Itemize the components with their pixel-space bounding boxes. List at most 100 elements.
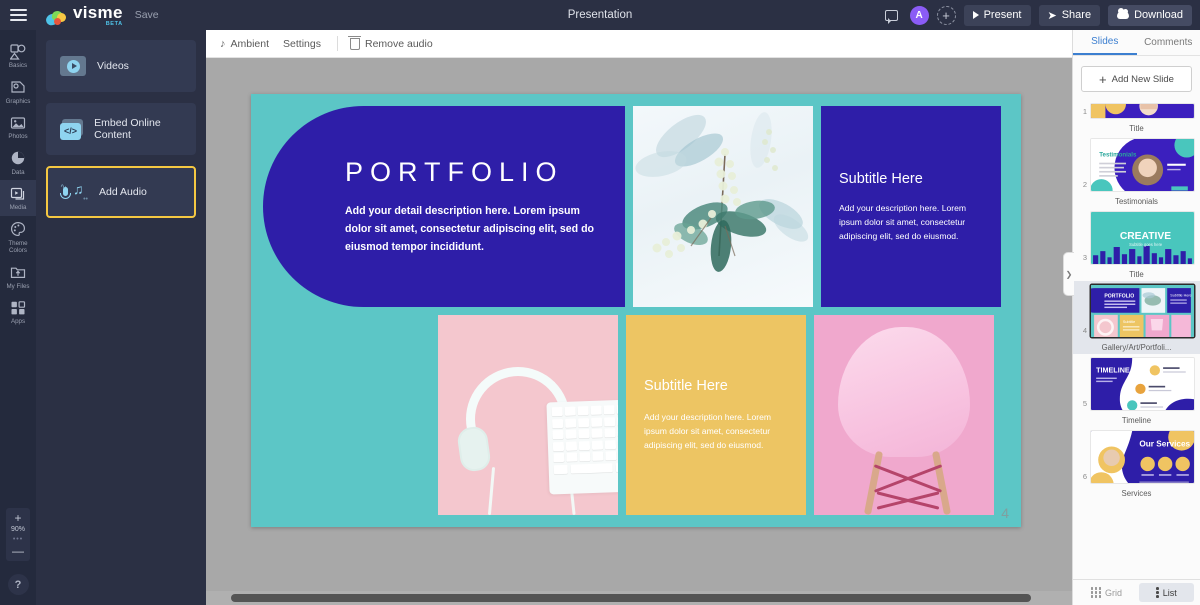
sidebar-item-theme-colors[interactable]: Theme Colors (0, 216, 36, 259)
block-portfolio[interactable]: PORTFOLIO Add your detail description he… (263, 106, 625, 307)
present-button[interactable]: Present (963, 4, 1031, 26)
add-new-slide-label: Add New Slide (1111, 73, 1174, 85)
sidebar-item-data[interactable]: Data (0, 145, 36, 181)
view-mode-grid[interactable]: Grid (1079, 583, 1134, 602)
help-button[interactable]: ? (7, 574, 29, 595)
slide-caption-6: Services (1121, 489, 1152, 498)
zoom-slider[interactable]: ••• (13, 536, 23, 543)
slide-thumbnail-5[interactable]: TIMELINE (1091, 358, 1194, 410)
slide-thumbnail-1[interactable] (1091, 104, 1194, 118)
svg-text:PORTFOLIO: PORTFOLIO (1104, 293, 1134, 299)
sidebar-item-apps[interactable]: Apps (0, 294, 36, 330)
slide-thumbnail-4[interactable]: PORTFOLIO Subtitle Here Subtitle (1091, 285, 1194, 337)
save-button[interactable]: Save (135, 9, 159, 21)
block-chair-image[interactable] (814, 315, 994, 515)
remove-audio-button[interactable]: Remove audio (348, 35, 447, 50)
slide-caption-4: Gallery/Art/Portfoli... (1101, 343, 1172, 352)
add-new-slide-button[interactable]: + Add New Slide (1081, 66, 1192, 92)
cloud-download-icon (1117, 8, 1130, 19)
audio-settings-button[interactable]: Settings (283, 38, 335, 50)
play-icon (972, 11, 979, 19)
slide-thumbnail-3[interactable]: CREATIVE Subtitle goes here (1091, 212, 1194, 264)
share-label: Share (1061, 9, 1092, 21)
media-card-embed-online-content[interactable]: </> Embed Online Content (46, 103, 196, 155)
audio-track-button[interactable]: ♪ Ambient (220, 38, 283, 50)
audio-toolbar: ♪ Ambient Settings Remove audio (206, 30, 1072, 58)
slide-list-item-4[interactable]: 4 PORTFOLIO Subtitle Here Subtitle Galle… (1073, 281, 1200, 354)
block-headphones-image[interactable] (438, 315, 618, 515)
slide-content-grid: PORTFOLIO Add your detail description he… (263, 106, 1009, 515)
header-actions: A + Present ➤ Share Download (882, 4, 1200, 26)
subtitle-yellow-title[interactable]: Subtitle Here (644, 378, 788, 394)
svg-text:Subtitle goes here: Subtitle goes here (1129, 242, 1163, 247)
canvas-horizontal-scrollbar[interactable] (206, 591, 1072, 605)
share-button[interactable]: ➤ Share (1038, 4, 1101, 26)
app-header: visme BETA Save Presentation A + Present… (0, 0, 1200, 30)
botanical-illustration (635, 112, 809, 272)
slide-list-item-1[interactable]: 1 Title (1073, 100, 1200, 135)
visme-logo[interactable]: visme BETA (44, 4, 123, 27)
subtitle-right-body[interactable]: Add your description here. Lorem ipsum d… (839, 201, 983, 243)
panel-collapse-handle[interactable]: ❯ (1063, 252, 1074, 296)
keyboard (546, 399, 618, 495)
slide-index-4: 4 (1082, 326, 1087, 335)
my-files-icon (10, 264, 27, 281)
block-subtitle-right[interactable]: Subtitle Here Add your description here.… (821, 106, 1001, 307)
tab-slides[interactable]: Slides (1073, 30, 1137, 55)
add-user-icon[interactable]: + (936, 5, 956, 25)
portfolio-body-text[interactable]: Add your detail description here. Lorem … (345, 202, 605, 256)
media-card-add-audio[interactable]: ∿ ♫ •• Add Audio (46, 166, 196, 218)
zoom-control: + 90% ••• — (6, 508, 30, 561)
sidebar-item-media[interactable]: Media (0, 180, 36, 216)
slide-thumbnail-list[interactable]: 1 Title 2 Testimonials Testimonials 3 CR… (1073, 100, 1200, 579)
media-card-videos[interactable]: Videos (46, 40, 196, 92)
svg-text:Subtitle: Subtitle (1123, 320, 1135, 324)
sidebar-item-graphics[interactable]: Graphics (0, 74, 36, 110)
view-mode-list[interactable]: List (1139, 583, 1194, 602)
view-mode-grid-label: Grid (1105, 587, 1123, 598)
slides-panel: ❯ Slides Comments + Add New Slide 1 Titl… (1063, 30, 1200, 605)
thumb-art-5: TIMELINE (1091, 358, 1194, 410)
svg-text:Subtitle Here: Subtitle Here (1170, 293, 1191, 297)
block-botanical-image[interactable] (633, 106, 813, 307)
subtitle-right-title[interactable]: Subtitle Here (839, 171, 983, 187)
sidebar-item-photos[interactable]: Photos (0, 109, 36, 145)
slide-list-item-2[interactable]: 2 Testimonials Testimonials (1073, 135, 1200, 208)
comments-chat-button[interactable] (882, 5, 902, 25)
sidebar-label-basics: Basics (8, 62, 28, 69)
slide-list-item-5[interactable]: 5 TIMELINE Timeline (1073, 354, 1200, 427)
hamburger-menu-icon[interactable] (0, 0, 36, 30)
avatar[interactable]: A (909, 5, 929, 25)
sidebar-item-basics[interactable]: Basics (0, 38, 36, 74)
visme-logo-icon (44, 9, 68, 27)
slide-canvas[interactable]: PORTFOLIO Add your detail description he… (251, 94, 1021, 527)
rail-bottom-controls: + 90% ••• — ? (0, 508, 36, 605)
sidebar-label-theme-colors: Theme Colors (8, 239, 28, 255)
scrollbar-thumb[interactable] (231, 594, 1031, 602)
left-tool-rail: Basics Graphics Photos Data Media Theme … (0, 30, 36, 605)
basics-icon (10, 43, 27, 60)
sidebar-item-my-files[interactable]: My Files (0, 259, 36, 295)
theme-colors-icon (10, 221, 27, 238)
slide-list-item-6[interactable]: 6 Our Services Services (1073, 427, 1200, 500)
photos-icon (10, 114, 27, 131)
audio-icon: ∿ ♫ •• (60, 181, 88, 203)
slide-thumbnail-6[interactable]: Our Services (1091, 431, 1194, 483)
grid-icon (1090, 587, 1102, 598)
subtitle-yellow-body[interactable]: Add your description here. Lorem ipsum d… (644, 410, 788, 452)
thumb-art-6: Our Services (1091, 431, 1194, 483)
tab-comments[interactable]: Comments (1137, 30, 1200, 55)
share-arrow-icon: ➤ (1047, 9, 1057, 22)
slide-canvas-area[interactable]: PORTFOLIO Add your detail description he… (206, 58, 1072, 605)
slide-index-5: 5 (1082, 399, 1087, 408)
slide-list-item-3[interactable]: 3 CREATIVE Subtitle goes here Title (1073, 208, 1200, 281)
download-button[interactable]: Download (1108, 4, 1192, 26)
zoom-in-button[interactable]: + (14, 512, 21, 524)
zoom-out-button[interactable]: — (12, 545, 24, 557)
block-subtitle-yellow[interactable]: Subtitle Here Add your description here.… (626, 315, 806, 515)
portfolio-title[interactable]: PORTFOLIO (345, 157, 605, 188)
slide-thumbnail-2[interactable]: Testimonials (1091, 139, 1194, 191)
svg-text:CREATIVE: CREATIVE (1120, 231, 1171, 242)
slide-number-overlay: 4 (1001, 505, 1009, 521)
audio-track-label: Ambient (230, 37, 270, 50)
